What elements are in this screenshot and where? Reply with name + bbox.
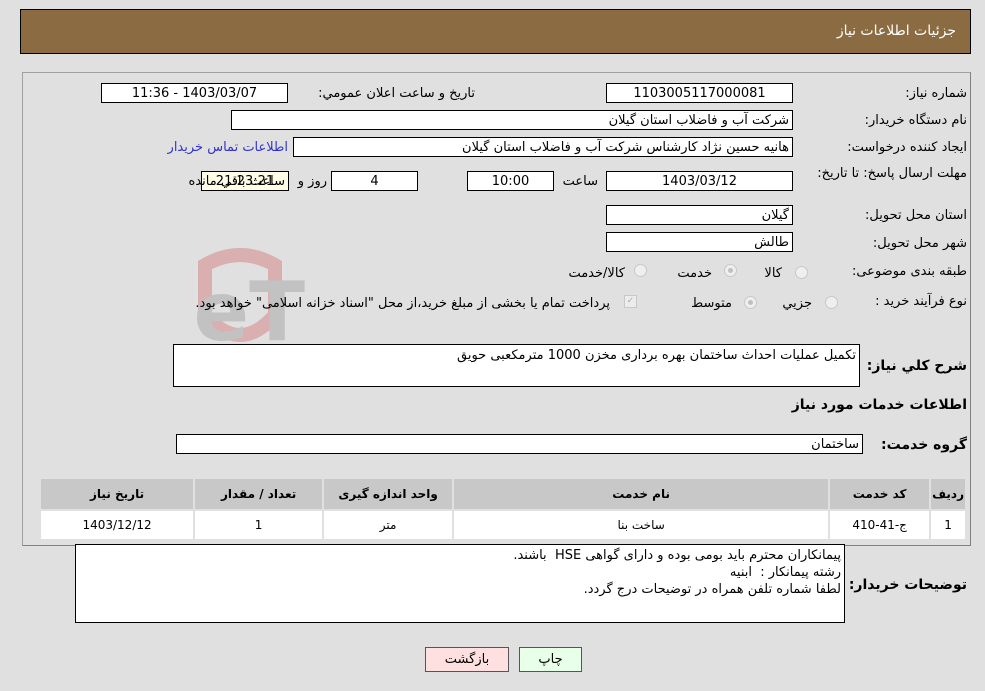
city-field: طالش [606, 232, 793, 252]
category-goods-label: کالا [764, 266, 782, 281]
creator-field: هانیه حسین نژاد کارشناس شرکت آب و فاضلاب… [293, 137, 793, 157]
service-group-label: گروه خدمت: [881, 437, 967, 453]
need-number-field: 1103005117000081 [606, 83, 793, 103]
buyer-org-field: شرکت آب و فاضلاب استان گیلان [231, 110, 793, 130]
buyer-org-label: نام دستگاه خریدار: [864, 113, 967, 128]
city-label: شهر محل تحویل: [872, 236, 967, 251]
province-label: استان محل تحویل: [865, 208, 967, 223]
description-label: شرح کلي نیاز: [866, 358, 967, 374]
page-title: جزئیات اطلاعات نیاز [836, 23, 956, 39]
category-service-label: خدمت [677, 266, 712, 281]
days-remaining-field: 4 [331, 171, 418, 191]
deadline-label: مهلت ارسال پاسخ: تا تاریخ: [817, 166, 967, 181]
cell-need-date: 1403/12/12 [38, 509, 196, 541]
col-quantity: تعداد / مقدار [193, 477, 325, 511]
cell-unit: متر [322, 509, 455, 541]
cell-service-name: ساخت بنا [452, 509, 831, 541]
col-row-number: ردیف [929, 477, 967, 511]
process-minor-radio[interactable] [825, 296, 838, 309]
creator-label: ایجاد کننده درخواست: [847, 140, 967, 155]
table-row: 1 ج-41-410 ساخت بنا متر 1 1403/12/12 [38, 509, 967, 541]
deadline-date-field: 1403/03/12 [606, 171, 793, 191]
category-goods-service-label: کالا/خدمت [568, 266, 625, 281]
service-group-field: ساختمان [176, 434, 863, 454]
cell-quantity: 1 [193, 509, 325, 541]
col-unit: واحد اندازه گیری [322, 477, 455, 511]
buyer-contact-link[interactable]: اطلاعات تماس خریدار [168, 140, 288, 155]
treasury-checkbox[interactable]: ✓ [624, 295, 637, 308]
deadline-time-field: 10:00 [467, 171, 554, 191]
province-field: گیلان [606, 205, 793, 225]
announce-label: تاریخ و ساعت اعلان عمومي: [318, 86, 475, 101]
days-label: روز و [297, 174, 327, 189]
category-goods-service-radio[interactable] [634, 264, 647, 277]
services-section-title: اطلاعات خدمات مورد نیاز [791, 397, 967, 413]
buyer-notes-textarea[interactable]: پیمانکاران محترم باید بومی بوده و دارای … [75, 544, 845, 623]
page-header: جزئیات اطلاعات نیاز [20, 9, 971, 54]
col-service-name: نام خدمت [452, 477, 831, 511]
buyer-notes-label: توضیحات خریدار: [848, 577, 967, 593]
description-textarea[interactable]: تکمیل عملیات احداث ساختمان بهره برداری م… [173, 344, 860, 387]
table-header-row: ردیف کد خدمت نام خدمت واحد اندازه گیری ت… [38, 477, 967, 511]
process-minor-label: جزيي [782, 296, 812, 311]
deadline-time-label: ساعت [562, 174, 598, 189]
col-service-code: کد خدمت [828, 477, 932, 511]
announce-datetime-field: 1403/03/07 - 11:36 [101, 83, 288, 103]
print-button[interactable]: چاپ [519, 647, 582, 672]
remaining-label: ساعت باقي مانده [188, 174, 285, 189]
process-medium-label: متوسط [691, 296, 732, 311]
category-goods-radio[interactable] [795, 266, 808, 279]
process-label: نوع فرآیند خرید : [875, 294, 967, 309]
col-need-date: تاریخ نیاز [38, 477, 196, 511]
need-number-label: شماره نیاز: [905, 86, 967, 101]
cell-row-number: 1 [929, 509, 967, 541]
category-label: طبقه بندی موضوعی: [851, 264, 967, 279]
process-medium-radio[interactable] [744, 296, 757, 309]
back-button[interactable]: بازگشت [425, 647, 509, 672]
services-table: ردیف کد خدمت نام خدمت واحد اندازه گیری ت… [38, 477, 967, 541]
category-service-radio[interactable] [724, 264, 737, 277]
treasury-note: پرداخت تمام یا بخشی از مبلغ خرید،از محل … [195, 296, 610, 311]
cell-service-code: ج-41-410 [828, 509, 932, 541]
